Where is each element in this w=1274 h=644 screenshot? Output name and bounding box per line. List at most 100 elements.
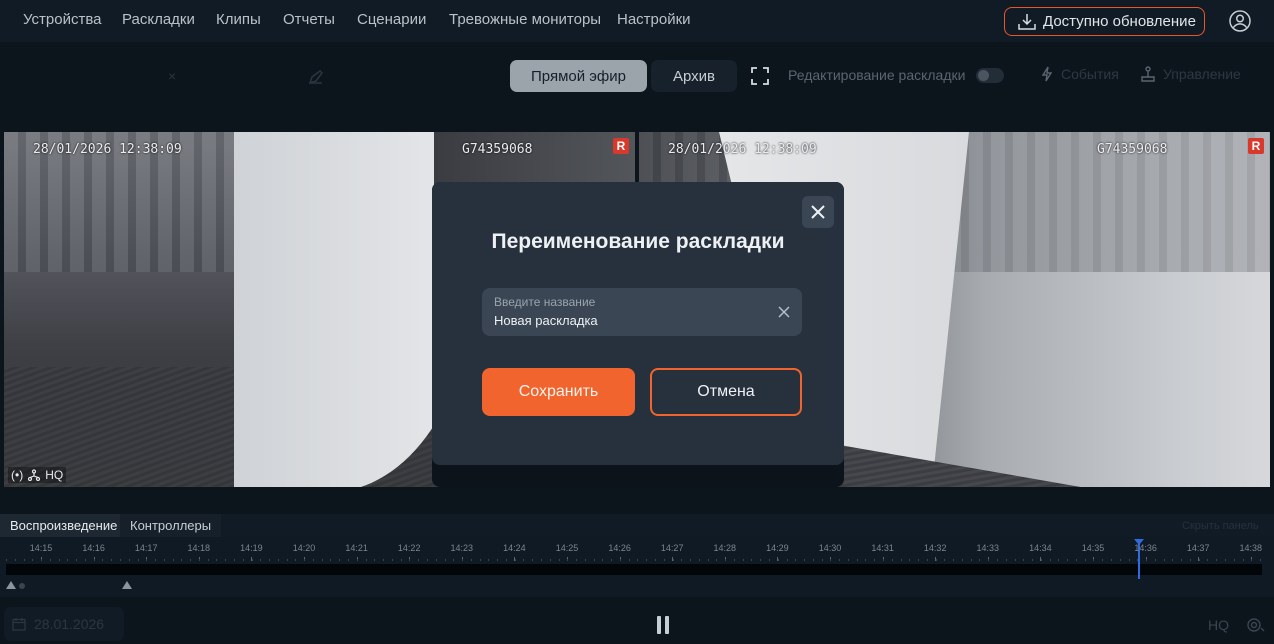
timeline-minor-tick [830, 559, 832, 561]
timeline-minor-tick [1102, 559, 1104, 561]
timeline-minor-tick [155, 559, 157, 561]
fullscreen-icon[interactable] [750, 66, 770, 86]
timeline-minor-tick [286, 559, 288, 561]
timeline-minor-tick [619, 559, 621, 561]
broadcast-icon: (•) [11, 468, 24, 482]
rename-layout-dialog: Переименование раскладки Введите названи… [432, 182, 844, 465]
date-picker[interactable]: 28.01.2026 [4, 607, 124, 641]
playback-footer: 28.01.2026 HQ [0, 597, 1274, 644]
timeline-minor-tick [1172, 559, 1174, 561]
timeline-minor-tick [584, 559, 586, 561]
camera-settings-icon[interactable] [1245, 617, 1265, 633]
nav-reports[interactable]: Отчеты [283, 11, 335, 28]
timeline-minor-tick [120, 559, 121, 561]
timeline-minor-tick [339, 559, 341, 561]
close-icon[interactable]: × [168, 68, 176, 84]
edit-layout-toggle[interactable] [976, 68, 1004, 83]
playback-timeline[interactable]: 14:15 14:16 14:17 14:18 14:19 14:20 14:21 14:22… [0, 537, 1274, 597]
timeline-minor-tick [295, 559, 297, 561]
timeline-minor-tick [549, 559, 551, 561]
clear-field-icon[interactable] [777, 305, 791, 319]
update-label: Доступно обновление [1043, 13, 1196, 30]
timeline-minor-tick [111, 559, 113, 561]
timeline-minor-tick [795, 559, 797, 561]
layout-name-input[interactable] [494, 313, 764, 328]
timeline-minor-tick [821, 559, 823, 561]
timeline-minor-tick [216, 559, 218, 561]
cancel-button[interactable]: Отмена [650, 368, 802, 416]
nav-scenarios[interactable]: Сценарии [357, 11, 426, 28]
timeline-minor-tick [1032, 559, 1034, 561]
save-button[interactable]: Сохранить [482, 368, 635, 416]
update-available-button[interactable]: Доступно обновление [1004, 7, 1205, 36]
timeline-tick-label: 14:28 [713, 543, 737, 553]
events-button[interactable]: События [1041, 66, 1119, 82]
timeline-minor-tick [1181, 559, 1183, 561]
timeline-minor-tick [84, 559, 86, 561]
timeline-tick-label: 14:24 [503, 543, 526, 553]
timeline-minor-tick [391, 559, 393, 561]
timeline-minor-tick [847, 559, 849, 561]
timeline-track[interactable] [6, 564, 1262, 575]
layout-toolbar: × Прямой эфир Архив Редактирование раскл… [0, 42, 1274, 130]
timeline-minor-tick [1111, 559, 1113, 561]
dialog-close-button[interactable] [802, 196, 834, 228]
timeline-minor-tick [470, 559, 472, 561]
archive-mode-button[interactable]: Архив [651, 60, 737, 92]
timeline-minor-tick [76, 559, 78, 561]
nav-clips[interactable]: Клипы [216, 11, 261, 28]
timeline-minor-tick [1058, 559, 1060, 561]
quality-toggle[interactable]: HQ [1208, 617, 1229, 633]
timeline-minor-tick [1260, 559, 1262, 561]
timeline-range-marker[interactable] [122, 581, 132, 589]
timeline-minor-tick [1216, 559, 1218, 561]
timeline-minor-tick [1207, 559, 1209, 561]
tab-playback[interactable]: Воспроизведение [0, 514, 128, 537]
timeline-minor-tick [979, 559, 981, 561]
timeline-minor-tick [532, 559, 534, 561]
timeline-minor-tick [304, 559, 306, 561]
nav-alarm-monitors[interactable]: Тревожные мониторы [449, 11, 601, 28]
timeline-minor-tick [812, 559, 814, 561]
hide-panel-label[interactable]: Скрыть панель [1182, 520, 1259, 532]
bottom-panel-tabs: Воспроизведение Контроллеры Скрыть панел… [0, 514, 1274, 537]
timeline-minor-tick [681, 559, 683, 561]
timeline-minor-tick [751, 559, 753, 561]
timeline-tick-label: 14:37 [1186, 543, 1210, 553]
timeline-minor-tick [198, 559, 200, 561]
nav-layouts[interactable]: Раскладки [122, 11, 195, 28]
timeline-tick-label: 14:19 [240, 543, 263, 553]
tab-controllers[interactable]: Контроллеры [120, 514, 222, 537]
pause-icon[interactable] [656, 616, 670, 634]
timeline-minor-tick [505, 559, 507, 561]
timeline-minor-tick [558, 559, 560, 561]
timeline-minor-tick [1014, 559, 1016, 561]
nav-devices[interactable]: Устройства [23, 11, 101, 28]
control-button[interactable]: Управление [1141, 66, 1241, 82]
timeline-minor-tick [453, 559, 455, 561]
timeline-minor-tick [321, 559, 323, 561]
timeline-minor-tick [1225, 559, 1227, 561]
tile-status-bar: (•) HQ [8, 467, 67, 483]
timeline-minor-tick [146, 559, 148, 561]
timeline-tick-label: 14:18 [187, 543, 211, 553]
live-mode-button[interactable]: Прямой эфир [510, 60, 647, 92]
timeline-minor-tick [102, 559, 104, 561]
timeline-minor-tick [777, 559, 779, 561]
tile-timestamp: 28/01/2026 12:38:09 [33, 142, 182, 157]
timeline-minor-tick [523, 559, 525, 561]
timeline-minor-tick [646, 559, 648, 561]
user-profile-icon[interactable] [1229, 10, 1251, 32]
timeline-tick-label: 14:34 [1029, 543, 1052, 553]
layout-name-field[interactable]: Введите название [482, 288, 802, 336]
dialog-title: Переименование раскладки [491, 230, 785, 253]
timeline-minor-tick [1067, 559, 1069, 561]
timeline-minor-tick [1119, 559, 1121, 561]
pencil-icon[interactable] [308, 69, 324, 85]
timeline-minor-tick [23, 559, 25, 561]
timeline-minor-tick [1233, 559, 1235, 561]
nav-settings[interactable]: Настройки [617, 11, 691, 28]
timeline-minor-tick [698, 559, 700, 561]
timeline-start-marker[interactable] [6, 581, 16, 589]
timeline-minor-tick [1040, 559, 1042, 561]
